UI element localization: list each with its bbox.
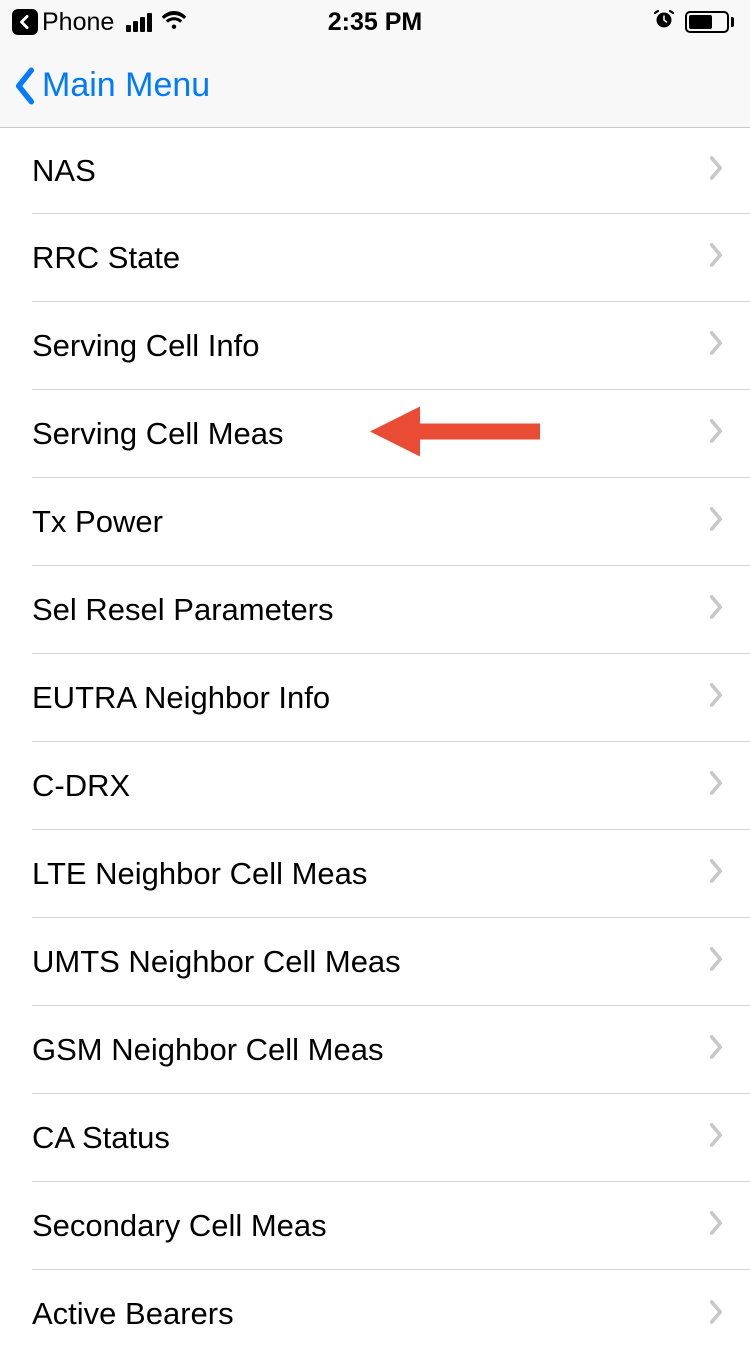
menu-item-label: Secondary Cell Meas [32, 1208, 327, 1244]
menu-item-label: RRC State [32, 240, 180, 276]
chevron-right-icon [708, 1210, 724, 1241]
chevron-right-icon [708, 858, 724, 889]
chevron-right-icon [708, 506, 724, 537]
chevron-right-icon [708, 770, 724, 801]
back-to-app-button[interactable]: Phone [12, 8, 114, 37]
wifi-icon [160, 8, 188, 37]
chevron-right-icon [708, 1122, 724, 1153]
menu-item-label: C-DRX [32, 768, 130, 804]
status-time: 2:35 PM [328, 8, 422, 37]
menu-item-label: Sel Resel Parameters [32, 592, 334, 628]
menu-item-label: LTE Neighbor Cell Meas [32, 856, 367, 892]
menu-item-lte-neighbor-cell-meas[interactable]: LTE Neighbor Cell Meas [32, 830, 750, 918]
menu-item-label: Serving Cell Info [32, 328, 259, 364]
menu-item-label: EUTRA Neighbor Info [32, 680, 330, 716]
nav-back-button[interactable]: Main Menu [14, 66, 210, 105]
chevron-left-icon [14, 67, 36, 105]
menu-item-nas[interactable]: NAS [32, 128, 750, 214]
menu-item-serving-cell-info[interactable]: Serving Cell Info [32, 302, 750, 390]
alarm-icon [653, 8, 675, 37]
chevron-right-icon [708, 155, 724, 186]
battery-icon [685, 11, 734, 33]
chevron-right-icon [708, 1299, 724, 1330]
nav-back-label: Main Menu [42, 66, 210, 105]
menu-item-rrc-state[interactable]: RRC State [32, 214, 750, 302]
chevron-right-icon [708, 594, 724, 625]
menu-item-active-bearers[interactable]: Active Bearers [32, 1270, 750, 1358]
annotation-arrow-icon [370, 400, 546, 467]
chevron-right-icon [708, 242, 724, 273]
menu-item-ca-status[interactable]: CA Status [32, 1094, 750, 1182]
navigation-bar: Main Menu [0, 44, 750, 128]
menu-item-label: GSM Neighbor Cell Meas [32, 1032, 383, 1068]
chevron-right-icon [708, 330, 724, 361]
menu-item-label: Tx Power [32, 504, 163, 540]
menu-item-label: UMTS Neighbor Cell Meas [32, 944, 401, 980]
menu-item-label: NAS [32, 153, 96, 189]
chevron-right-icon [708, 946, 724, 977]
menu-list: NAS RRC State Serving Cell Info Serving … [0, 128, 750, 1358]
menu-item-umts-neighbor-cell-meas[interactable]: UMTS Neighbor Cell Meas [32, 918, 750, 1006]
menu-item-sel-resel-parameters[interactable]: Sel Resel Parameters [32, 566, 750, 654]
menu-item-tx-power[interactable]: Tx Power [32, 478, 750, 566]
back-to-app-label: Phone [42, 8, 114, 37]
chevron-right-icon [708, 682, 724, 713]
menu-item-c-drx[interactable]: C-DRX [32, 742, 750, 830]
chevron-right-icon [708, 418, 724, 449]
menu-item-serving-cell-meas[interactable]: Serving Cell Meas [32, 390, 750, 478]
menu-item-label: CA Status [32, 1120, 170, 1156]
chevron-right-icon [708, 1034, 724, 1065]
back-to-app-icon [12, 9, 38, 35]
status-left-group: Phone [12, 8, 188, 37]
menu-item-label: Serving Cell Meas [32, 416, 284, 452]
status-bar: Phone 2:35 PM [0, 0, 750, 44]
menu-item-eutra-neighbor-info[interactable]: EUTRA Neighbor Info [32, 654, 750, 742]
cellular-signal-icon [126, 12, 152, 32]
menu-item-gsm-neighbor-cell-meas[interactable]: GSM Neighbor Cell Meas [32, 1006, 750, 1094]
menu-item-label: Active Bearers [32, 1296, 234, 1332]
status-right-group [653, 8, 734, 37]
menu-item-secondary-cell-meas[interactable]: Secondary Cell Meas [32, 1182, 750, 1270]
